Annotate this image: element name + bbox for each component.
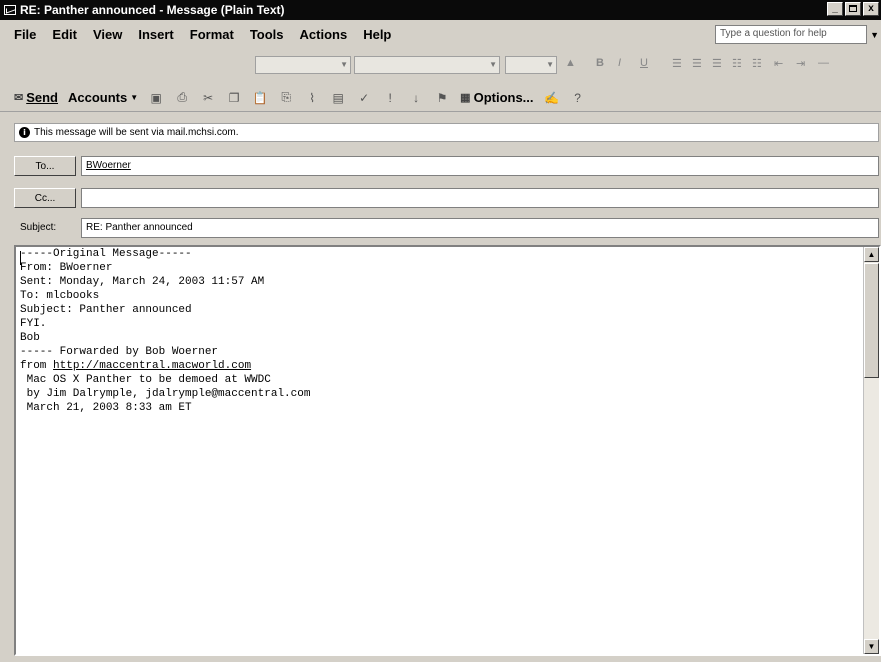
align-right-icon[interactable]: ☰ bbox=[712, 57, 722, 70]
chevron-down-icon[interactable]: ▼ bbox=[870, 30, 879, 40]
chevron-down-icon: ▼ bbox=[489, 60, 497, 69]
decrease-indent-icon[interactable]: ⇤ bbox=[774, 57, 783, 70]
info-icon: i bbox=[19, 127, 30, 138]
cc-button[interactable]: Cc... bbox=[14, 188, 76, 208]
title-bar: RE: Panther announced - Message (Plain T… bbox=[0, 0, 881, 20]
subject-value: RE: Panther announced bbox=[86, 222, 193, 233]
body-line: Subject: Panther announced bbox=[20, 304, 192, 316]
attach-icon[interactable]: ⌇ bbox=[304, 91, 320, 105]
bold-icon[interactable]: B bbox=[596, 57, 604, 69]
increase-indent-icon[interactable]: ⇥ bbox=[796, 57, 805, 70]
underline-icon[interactable]: U bbox=[640, 57, 648, 69]
accounts-button[interactable]: Accounts ▼ bbox=[68, 90, 138, 105]
menu-view[interactable]: View bbox=[93, 27, 122, 42]
print-icon[interactable]: ⎙ bbox=[174, 90, 190, 105]
close-button[interactable]: x bbox=[863, 2, 879, 16]
restore-button[interactable] bbox=[845, 2, 861, 16]
menu-actions[interactable]: Actions bbox=[300, 27, 348, 42]
to-field[interactable]: BWoerner bbox=[81, 156, 879, 176]
window-controls: _ x bbox=[827, 2, 879, 16]
body-line: Sent: Monday, March 24, 2003 11:57 AM bbox=[20, 276, 265, 288]
format-toolbar: ▼ ▼ ▼ ▲ B I U ☰ ☰ ☰ ☷ ☷ ⇤ ⇥ — bbox=[0, 50, 881, 78]
font-color-icon[interactable]: ▲ bbox=[565, 57, 576, 69]
horizontal-line-icon[interactable]: — bbox=[818, 57, 829, 69]
cc-field[interactable] bbox=[81, 188, 879, 208]
cc-label: Cc... bbox=[34, 192, 56, 204]
paste-icon[interactable]: 📋 bbox=[252, 91, 268, 105]
scroll-thumb[interactable] bbox=[864, 263, 879, 378]
subject-label: Subject: bbox=[20, 222, 57, 233]
importance-high-icon[interactable]: ! bbox=[382, 91, 398, 105]
body-line: To: mlcbooks bbox=[20, 290, 100, 302]
menu-file[interactable]: File bbox=[14, 27, 36, 42]
chevron-down-icon: ▼ bbox=[130, 93, 139, 102]
scroll-up-button[interactable]: ▲ bbox=[864, 247, 879, 262]
message-body-text[interactable]: -----Original Message----- From: BWoerner… bbox=[20, 247, 862, 652]
minimize-button[interactable]: _ bbox=[827, 2, 843, 16]
info-bar: i This message will be sent via mail.mch… bbox=[14, 123, 879, 142]
font-dropdown[interactable]: ▼ bbox=[354, 56, 500, 74]
signature-icon[interactable]: ✍ bbox=[544, 91, 560, 105]
menu-format[interactable]: Format bbox=[190, 27, 234, 42]
options-label: Options... bbox=[473, 90, 534, 105]
copy-icon[interactable]: ❐ bbox=[226, 91, 242, 105]
standard-toolbar: ✉ Send Accounts ▼ ▣ ⎙ ✂ ❐ 📋 ⎘ ⌇ ▤ ✓ ! ↓ … bbox=[0, 84, 881, 112]
flag-icon[interactable]: ⚑ bbox=[434, 91, 450, 105]
body-line: by Jim Dalrymple, jdalrymple@maccentral.… bbox=[20, 388, 311, 400]
chevron-down-icon: ▼ bbox=[340, 60, 348, 69]
cut-icon[interactable]: ✂ bbox=[200, 91, 216, 105]
bullets-icon[interactable]: ☷ bbox=[732, 57, 742, 70]
subject-field[interactable]: RE: Panther announced bbox=[81, 218, 879, 238]
message-body[interactable]: -----Original Message----- From: BWoerner… bbox=[14, 245, 881, 656]
menu-edit[interactable]: Edit bbox=[52, 27, 77, 42]
check-names-icon[interactable]: ✓ bbox=[356, 91, 372, 105]
to-value: BWoerner bbox=[86, 160, 131, 171]
window-title: RE: Panther announced - Message (Plain T… bbox=[20, 3, 285, 17]
envelope-icon bbox=[4, 5, 16, 15]
vertical-scrollbar[interactable]: ▲ ▼ bbox=[863, 247, 879, 654]
italic-icon[interactable]: I bbox=[618, 57, 621, 69]
body-line: -----Original Message----- bbox=[20, 248, 192, 260]
body-line: ----- Forwarded by Bob Woerner bbox=[20, 346, 219, 358]
address-book-icon[interactable]: ▤ bbox=[330, 91, 346, 105]
body-line: FYI. bbox=[20, 318, 47, 330]
info-text: This message will be sent via mail.mchsi… bbox=[34, 127, 239, 138]
options-button[interactable]: ▦ Options... bbox=[460, 90, 533, 105]
body-line: From: BWoerner bbox=[20, 262, 113, 274]
align-left-icon[interactable]: ☰ bbox=[672, 57, 682, 70]
font-size-dropdown[interactable]: ▼ bbox=[505, 56, 557, 74]
to-button[interactable]: To... bbox=[14, 156, 76, 176]
body-line: Bob bbox=[20, 332, 40, 344]
style-dropdown[interactable]: ▼ bbox=[255, 56, 351, 74]
from-prefix: from bbox=[20, 360, 54, 372]
align-center-icon[interactable]: ☰ bbox=[692, 57, 702, 70]
help-icon[interactable]: ? bbox=[570, 91, 586, 105]
chevron-down-icon: ▼ bbox=[546, 60, 554, 69]
maccentral-link[interactable]: http://maccentral.macworld.com bbox=[53, 360, 251, 372]
body-line: Mac OS X Panther to be demoed at WWDC bbox=[20, 374, 271, 386]
importance-low-icon[interactable]: ↓ bbox=[408, 91, 424, 105]
send-icon: ✉ bbox=[14, 92, 24, 104]
body-line-link: from http://maccentral.macworld.com bbox=[20, 359, 862, 373]
menu-tools[interactable]: Tools bbox=[250, 27, 284, 42]
numbering-icon[interactable]: ☷ bbox=[752, 57, 762, 70]
help-search-input[interactable]: Type a question for help bbox=[715, 25, 867, 44]
to-label: To... bbox=[35, 160, 55, 172]
menu-bar: File Edit View Insert Format Tools Actio… bbox=[0, 22, 881, 46]
insert-file-icon[interactable]: ⎘ bbox=[278, 90, 294, 105]
accounts-label: Accounts bbox=[68, 90, 128, 105]
help-placeholder: Type a question for help bbox=[720, 28, 827, 39]
save-icon[interactable]: ▣ bbox=[148, 91, 164, 105]
send-label: Send bbox=[26, 90, 59, 105]
body-line: March 21, 2003 8:33 am ET bbox=[20, 402, 192, 414]
options-icon: ▦ bbox=[460, 92, 471, 104]
scroll-down-button[interactable]: ▼ bbox=[864, 639, 879, 654]
send-button[interactable]: ✉ Send bbox=[14, 90, 58, 105]
menu-help[interactable]: Help bbox=[363, 27, 391, 42]
menu-insert[interactable]: Insert bbox=[138, 27, 173, 42]
